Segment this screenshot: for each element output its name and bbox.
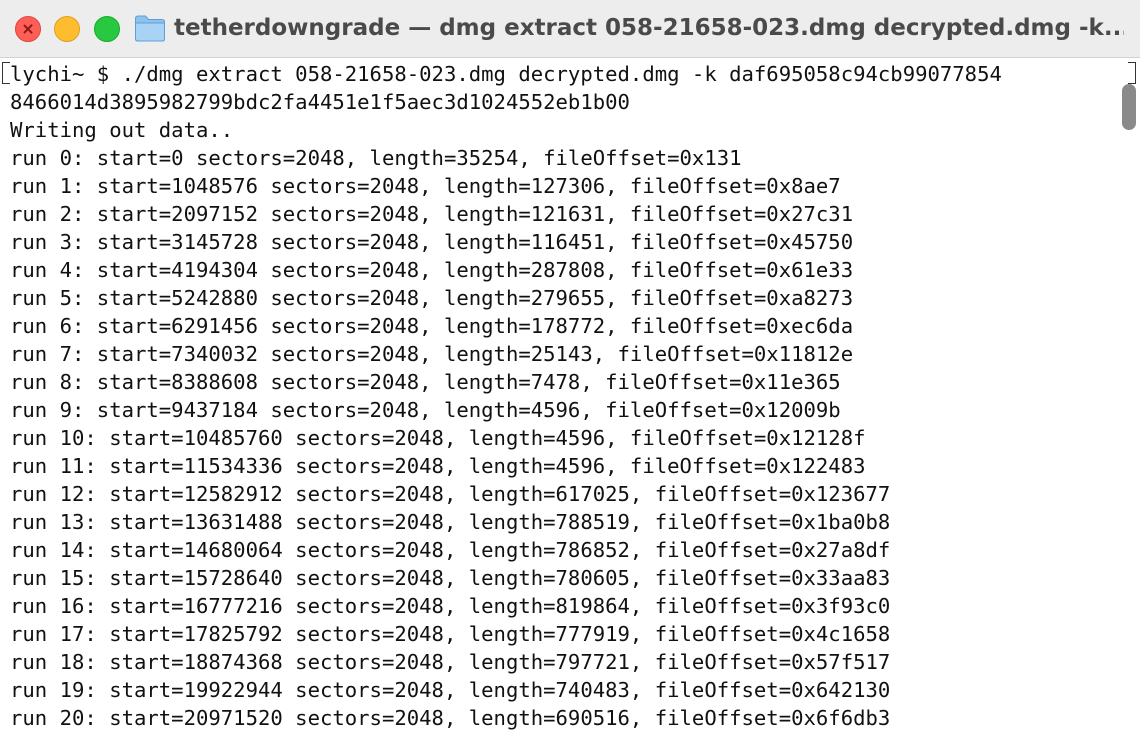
selection-bracket-right bbox=[1128, 62, 1136, 84]
output-line: run 0: start=0 sectors=2048, length=3525… bbox=[10, 146, 742, 170]
window-title: tetherdowngrade — dmg extract 058-21658-… bbox=[174, 15, 1124, 41]
output-line: run 18: start=18874368 sectors=2048, len… bbox=[10, 650, 891, 674]
command-line: lychi~ $ ./dmg extract 058-21658-023.dmg… bbox=[10, 62, 1002, 86]
title-bar[interactable]: tetherdowngrade — dmg extract 058-21658-… bbox=[0, 0, 1140, 58]
selection-bracket-left bbox=[2, 62, 10, 84]
minimize-button[interactable] bbox=[54, 16, 80, 42]
output-line: run 3: start=3145728 sectors=2048, lengt… bbox=[10, 230, 854, 254]
output-line: run 4: start=4194304 sectors=2048, lengt… bbox=[10, 258, 854, 282]
output-line: run 12: start=12582912 sectors=2048, len… bbox=[10, 482, 891, 506]
close-button[interactable] bbox=[15, 16, 41, 42]
terminal-window: tetherdowngrade — dmg extract 058-21658-… bbox=[0, 0, 1140, 742]
output-line: run 10: start=10485760 sectors=2048, len… bbox=[10, 426, 866, 450]
output-line: 8466014d3895982799bdc2fa4451e1f5aec3d102… bbox=[10, 90, 630, 114]
zoom-button[interactable] bbox=[94, 16, 120, 42]
output-line: run 7: start=7340032 sectors=2048, lengt… bbox=[10, 342, 854, 366]
output-line: Writing out data.. bbox=[10, 118, 234, 142]
scrollbar-thumb[interactable] bbox=[1122, 84, 1136, 130]
output-line: run 11: start=11534336 sectors=2048, len… bbox=[10, 454, 866, 478]
close-icon bbox=[23, 24, 33, 34]
output-line: run 8: start=8388608 sectors=2048, lengt… bbox=[10, 370, 841, 394]
folder-icon bbox=[135, 15, 165, 42]
output-line: run 9: start=9437184 sectors=2048, lengt… bbox=[10, 398, 841, 422]
terminal-output[interactable]: lychi~ $ ./dmg extract 058-21658-023.dmg… bbox=[0, 58, 1140, 742]
output-line: run 16: start=16777216 sectors=2048, len… bbox=[10, 594, 891, 618]
output-line: run 14: start=14680064 sectors=2048, len… bbox=[10, 538, 891, 562]
output-line: run 13: start=13631488 sectors=2048, len… bbox=[10, 510, 891, 534]
output-line: run 20: start=20971520 sectors=2048, len… bbox=[10, 706, 891, 730]
output-line: run 15: start=15728640 sectors=2048, len… bbox=[10, 566, 891, 590]
output-line: run 19: start=19922944 sectors=2048, len… bbox=[10, 678, 891, 702]
output-line: run 5: start=5242880 sectors=2048, lengt… bbox=[10, 286, 854, 310]
output-line: run 6: start=6291456 sectors=2048, lengt… bbox=[10, 314, 854, 338]
output-line: run 17: start=17825792 sectors=2048, len… bbox=[10, 622, 891, 646]
output-line: run 1: start=1048576 sectors=2048, lengt… bbox=[10, 174, 841, 198]
output-line: run 2: start=2097152 sectors=2048, lengt… bbox=[10, 202, 854, 226]
